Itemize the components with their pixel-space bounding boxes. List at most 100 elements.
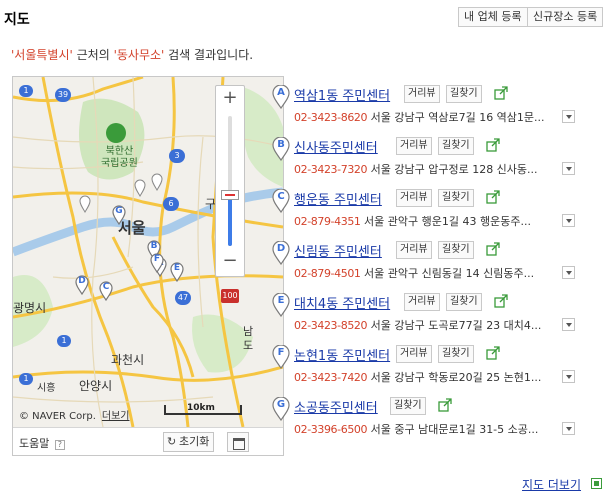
result-item: E 대치4동 주민센터 거리뷰 길찾기 02-3423-8520 서울 강남구 도곡로7…	[272, 292, 612, 338]
map-marker-c[interactable]: C	[99, 281, 113, 302]
streetview-button[interactable]: 거리뷰	[396, 345, 432, 363]
pin-letter: E	[277, 295, 285, 306]
summary-text1: 근처의	[72, 48, 114, 62]
result-name-link[interactable]: 대치4동 주민센터	[294, 293, 390, 312]
streetview-button[interactable]: 거리뷰	[404, 293, 440, 311]
result-info: 02-3423-7320 서울 강남구 압구정로 128 신사동...	[294, 161, 572, 177]
reset-label: 초기화	[179, 435, 210, 448]
copyright-text: © NAVER Corp.	[19, 411, 96, 422]
result-name-link[interactable]: 행운동 주민센터	[294, 189, 382, 208]
map-marker-d[interactable]: D	[75, 275, 89, 296]
pin-letter: G	[276, 399, 286, 410]
directions-button[interactable]: 길찾기	[446, 293, 482, 311]
road-shield-icon: 3	[169, 149, 185, 163]
zoom-in-button[interactable]: +	[216, 87, 244, 111]
phone-number: 02-3423-8620	[294, 111, 368, 124]
expand-dropdown-icon[interactable]	[562, 266, 575, 279]
location-pin-icon[interactable]: B	[272, 136, 290, 162]
result-info: 02-3423-7420 서울 강남구 학동로20길 25 논현1...	[294, 369, 572, 385]
register-new-place-button[interactable]: 신규장소 등록	[527, 7, 604, 27]
share-icon[interactable]	[486, 138, 500, 152]
register-business-button[interactable]: 내 업체 등록	[458, 7, 528, 27]
help-link[interactable]: 도움말 ?	[19, 435, 65, 451]
address: 서울 강남구 학동로20길 25 논현1...	[367, 371, 542, 384]
location-pin-icon[interactable]: D	[272, 240, 290, 266]
map-marker-g[interactable]: G	[112, 205, 126, 226]
expand-dropdown-icon[interactable]	[562, 370, 575, 383]
share-icon[interactable]	[438, 398, 452, 412]
directions-button[interactable]: 길찾기	[438, 345, 474, 363]
expand-dropdown-icon[interactable]	[562, 214, 575, 227]
result-name-link[interactable]: 소공동주민센터	[294, 397, 378, 416]
scale-label: 10km	[187, 403, 215, 413]
pin-letter: B	[277, 139, 285, 150]
do-label: 도	[243, 339, 254, 352]
address: 서울 관악구 행운1길 43 행운동주...	[360, 215, 531, 228]
result-item: A 역삼1동 주민센터 거리뷰 길찾기 02-3423-8620 서울 강남구 역삼로7…	[272, 84, 612, 130]
park-icon	[106, 123, 126, 143]
siheung-label: 시흥	[37, 383, 56, 394]
location-pin-icon[interactable]: F	[272, 344, 290, 370]
result-name-link[interactable]: 신림동 주민센터	[294, 241, 382, 260]
map-marker[interactable]	[151, 173, 163, 191]
streetview-button[interactable]: 거리뷰	[396, 241, 432, 259]
directions-button[interactable]: 길찾기	[446, 85, 482, 103]
more-map-link[interactable]: 지도 더보기	[522, 476, 581, 493]
address: 서울 강남구 압구정로 128 신사동...	[367, 163, 538, 176]
map-marker-f[interactable]: F	[150, 253, 164, 274]
location-pin-icon[interactable]: C	[272, 188, 290, 214]
share-icon[interactable]	[486, 242, 500, 256]
map-marker-e[interactable]: E	[170, 262, 184, 283]
map-more-link[interactable]: 더보기	[102, 411, 130, 422]
result-name-link[interactable]: 역삼1동 주민센터	[294, 85, 390, 104]
expand-dropdown-icon[interactable]	[562, 422, 575, 435]
map-marker-letter: D	[78, 276, 86, 286]
location-pin-icon[interactable]: E	[272, 292, 290, 318]
map-marker[interactable]	[134, 179, 146, 197]
phone-number: 02-879-4351	[294, 215, 361, 228]
map-marker-letter: F	[153, 254, 161, 264]
road-shield-icon: 1	[57, 335, 71, 347]
directions-button[interactable]: 길찾기	[390, 397, 426, 415]
directions-button[interactable]: 길찾기	[438, 137, 474, 155]
pin-letter: D	[276, 243, 286, 254]
address: 서울 강남구 도곡로77길 23 대치4...	[367, 319, 542, 332]
share-icon[interactable]	[486, 190, 500, 204]
phone-number: 02-879-4501	[294, 267, 361, 280]
streetview-button[interactable]: 거리뷰	[396, 137, 432, 155]
map-panel[interactable]: 북한산 국립공원 서울 광명시 과천시 안양시 시흥 구 남 도 39 3 6 4…	[12, 76, 284, 456]
map-footer: 도움말 ? ↻ 초기화	[13, 427, 283, 455]
road-shield-icon: 1	[19, 373, 33, 385]
expressway-shield-icon: 100	[221, 289, 239, 303]
phone-number: 02-3423-7320	[294, 163, 368, 176]
phone-number: 02-3423-7420	[294, 371, 368, 384]
reset-button[interactable]: ↻ 초기화	[163, 432, 215, 452]
address: 서울 강남구 역삼로7길 16 역삼1문...	[367, 111, 545, 124]
refresh-icon: ↻	[167, 435, 177, 448]
map-marker[interactable]	[79, 195, 91, 213]
directions-button[interactable]: 길찾기	[438, 241, 474, 259]
zoom-level-fill	[228, 198, 232, 246]
streetview-button[interactable]: 거리뷰	[404, 85, 440, 103]
location-pin-icon[interactable]: A	[272, 84, 290, 110]
result-name-link[interactable]: 논현1동 주민센터	[294, 345, 390, 364]
zoom-out-button[interactable]: −	[216, 250, 244, 274]
result-name-link[interactable]: 신사동주민센터	[294, 137, 378, 156]
expand-dropdown-icon[interactable]	[562, 162, 575, 175]
expand-dropdown-icon[interactable]	[562, 318, 575, 331]
anyang-label: 안양시	[79, 379, 113, 393]
share-icon[interactable]	[494, 294, 508, 308]
streetview-button[interactable]: 거리뷰	[396, 189, 432, 207]
directions-button[interactable]: 길찾기	[438, 189, 474, 207]
share-icon[interactable]	[486, 346, 500, 360]
map-view-toggle-icon[interactable]	[227, 432, 249, 452]
map-copyright: © NAVER Corp. 더보기	[19, 407, 130, 422]
result-info: 02-879-4351 서울 관악구 행운1길 43 행운동주...	[294, 213, 572, 229]
location-pin-icon[interactable]: G	[272, 396, 290, 422]
share-icon[interactable]	[494, 86, 508, 100]
result-item: F 논현1동 주민센터 거리뷰 길찾기 02-3423-7420 서울 강남구 학동로2…	[272, 344, 612, 390]
zoom-handle[interactable]	[221, 190, 239, 200]
expand-dropdown-icon[interactable]	[562, 110, 575, 123]
pin-letter: A	[277, 87, 285, 98]
result-info: 02-3396-6500 서울 중구 남대문로1길 31-5 소공...	[294, 421, 572, 437]
